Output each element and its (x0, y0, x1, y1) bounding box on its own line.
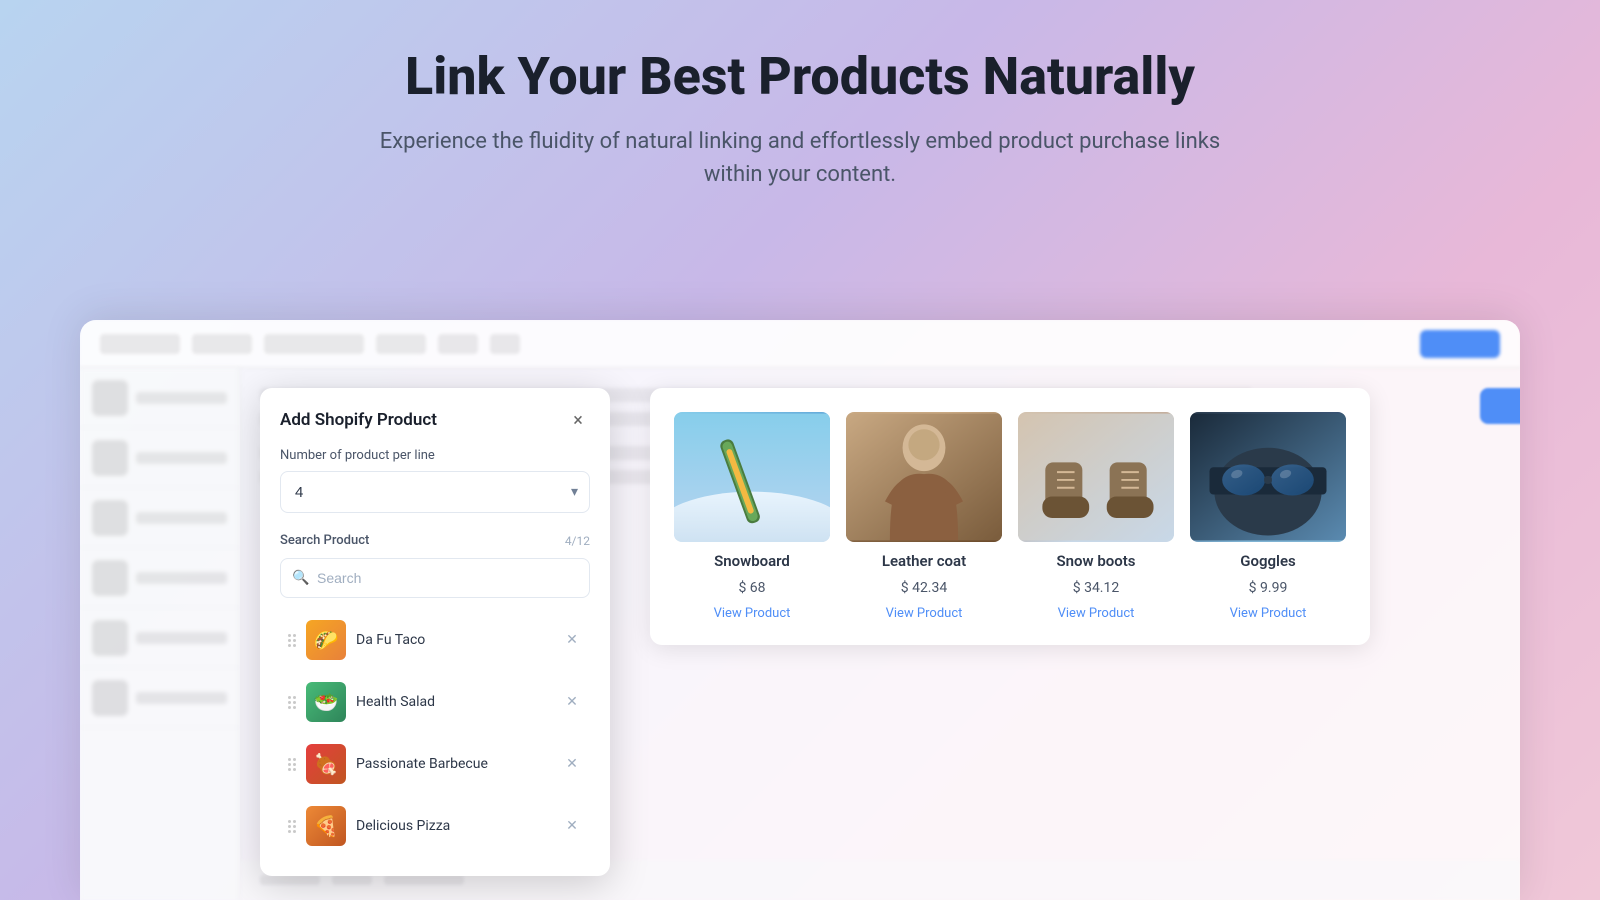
modal-wrapper: Add Shopify Product × Number of product … (260, 388, 1370, 876)
product-name: Health Salad (356, 694, 552, 710)
product-card-price: $ 9.99 (1249, 580, 1288, 596)
product-thumbnail: 🍕 (306, 806, 346, 846)
product-name: Delicious Pizza (356, 818, 552, 834)
product-card-view-link[interactable]: View Product (886, 606, 963, 621)
search-input[interactable] (280, 558, 590, 598)
app-toolbar (80, 320, 1520, 368)
search-input-wrapper: 🔍 (280, 558, 590, 598)
product-card-name: Snow boots (1057, 552, 1136, 570)
product-remove-button[interactable]: ✕ (562, 630, 582, 650)
list-item[interactable]: 🍖 Passionate Barbecue ✕ (280, 734, 590, 794)
product-card-name: Snowboard (714, 552, 790, 570)
search-product-label: Search Product (280, 533, 369, 548)
modal-body: Number of product per line 4 1 2 3 ▾ S (260, 448, 610, 876)
modal-header: Add Shopify Product × (260, 388, 610, 448)
product-thumbnail: 🥗 (306, 682, 346, 722)
product-card: Goggles $ 9.99 View Product (1190, 412, 1346, 621)
product-card-price: $ 68 (738, 580, 765, 596)
product-list: 🌮 Da Fu Taco ✕ (280, 610, 590, 856)
toolbar-item-3 (264, 334, 364, 354)
product-remove-button[interactable]: ✕ (562, 754, 582, 774)
product-thumbnail: 🍖 (306, 744, 346, 784)
toolbar-item-5 (438, 334, 478, 354)
drag-handle-icon (288, 758, 296, 771)
sidebar-blur (80, 368, 240, 900)
product-card-name: Leather coat (882, 552, 966, 570)
product-card-view-link[interactable]: View Product (1058, 606, 1135, 621)
toolbar-item-2 (192, 334, 252, 354)
toolbar-item-1 (100, 334, 180, 354)
product-card-image (1018, 412, 1174, 542)
list-item[interactable]: 🍕 Delicious Pizza ✕ (280, 796, 590, 856)
search-count-badge: 4/12 (565, 534, 590, 548)
hero-section: Link Your Best Products Naturally Experi… (0, 0, 1600, 227)
product-card-image (846, 412, 1002, 542)
add-shopify-product-modal: Add Shopify Product × Number of product … (260, 388, 610, 876)
product-name: Passionate Barbecue (356, 756, 552, 772)
product-card-image (674, 412, 830, 542)
product-thumbnail: 🌮 (306, 620, 346, 660)
product-card-view-link[interactable]: View Product (1230, 606, 1307, 621)
list-item[interactable]: 🌮 Da Fu Taco ✕ (280, 610, 590, 670)
product-card: Snow boots $ 34.12 View Product (1018, 412, 1174, 621)
per-line-select[interactable]: 4 1 2 3 (280, 471, 590, 513)
product-card-price: $ 42.34 (901, 580, 948, 596)
product-card-view-link[interactable]: View Product (714, 606, 791, 621)
product-name: Da Fu Taco (356, 632, 552, 648)
per-line-label: Number of product per line (280, 448, 590, 463)
drag-handle-icon (288, 696, 296, 709)
hero-title: Link Your Best Products Naturally (20, 48, 1580, 105)
search-product-header: Search Product 4/12 (280, 533, 590, 548)
product-card: Snowboard $ 68 View Product (674, 412, 830, 621)
product-cards-panel: Snowboard $ 68 View Product (650, 388, 1370, 645)
product-remove-button[interactable]: ✕ (562, 692, 582, 712)
product-card: Leather coat $ 42.34 View Product (846, 412, 1002, 621)
product-cards-grid: Snowboard $ 68 View Product (674, 412, 1346, 621)
list-item[interactable]: 🥗 Health Salad ✕ (280, 672, 590, 732)
app-body: Add Shopify Product × Number of product … (80, 368, 1520, 900)
app-container: Add Shopify Product × Number of product … (80, 320, 1520, 900)
product-card-image (1190, 412, 1346, 542)
per-line-select-wrapper: 4 1 2 3 ▾ (280, 471, 590, 513)
product-remove-button[interactable]: ✕ (562, 816, 582, 836)
search-icon: 🔍 (292, 570, 309, 586)
toolbar-item-6 (490, 334, 520, 354)
app-main: Add Shopify Product × Number of product … (240, 368, 1520, 900)
toolbar-item-4 (376, 334, 426, 354)
drag-handle-icon (288, 820, 296, 833)
right-edge-button (1480, 388, 1520, 424)
product-card-name: Goggles (1240, 552, 1295, 570)
hero-subtitle: Experience the fluidity of natural linki… (370, 125, 1230, 191)
modal-close-button[interactable]: × (566, 408, 590, 432)
toolbar-cta-button (1420, 330, 1500, 358)
drag-handle-icon (288, 634, 296, 647)
product-card-price: $ 34.12 (1073, 580, 1120, 596)
modal-title: Add Shopify Product (280, 410, 437, 430)
